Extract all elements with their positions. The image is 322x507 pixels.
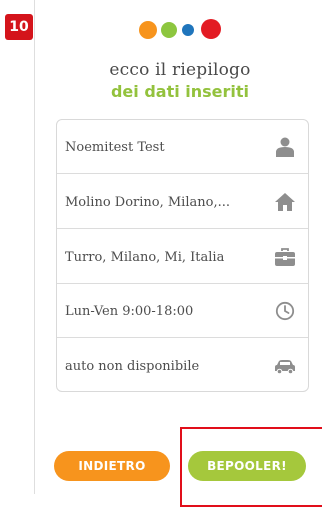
left-border-divider bbox=[34, 0, 35, 494]
logo-dot-blue bbox=[182, 24, 194, 36]
logo-dot-orange bbox=[139, 21, 157, 39]
step-number-badge: 10 bbox=[5, 14, 33, 40]
summary-row-label: Lun-Ven 9:00-18:00 bbox=[65, 303, 194, 319]
summary-row-home: Molino Dorino, Milano,... bbox=[57, 175, 308, 229]
summary-row-label: Molino Dorino, Milano,... bbox=[65, 194, 230, 210]
summary-row-name: Noemitest Test bbox=[57, 120, 308, 174]
logo-dot-red bbox=[201, 19, 221, 39]
logo-dot-green bbox=[161, 22, 177, 38]
row-divider bbox=[57, 173, 308, 174]
summary-row-label: Noemitest Test bbox=[65, 139, 165, 155]
summary-row-car: auto non disponibile bbox=[57, 339, 308, 393]
summary-title: ecco il riepilogo bbox=[109, 60, 251, 80]
summary-row-label: auto non disponibile bbox=[65, 358, 200, 374]
home-icon bbox=[275, 193, 295, 211]
back-button[interactable]: INDIETRO bbox=[54, 451, 170, 481]
row-divider bbox=[57, 228, 308, 229]
car-icon bbox=[275, 360, 295, 375]
summary-subtitle: dei dati inseriti bbox=[110, 82, 250, 101]
row-divider bbox=[57, 337, 308, 338]
app-logo bbox=[139, 19, 223, 41]
user-icon bbox=[276, 137, 294, 157]
summary-row-work: Turro, Milano, Mi, Italia bbox=[57, 230, 308, 284]
bepooler-button[interactable]: BEPOOLER! bbox=[188, 451, 306, 481]
briefcase-icon bbox=[275, 248, 295, 266]
summary-card: Noemitest Test Molino Dorino, Milano,...… bbox=[56, 119, 309, 392]
summary-row-label: Turro, Milano, Mi, Italia bbox=[65, 249, 225, 265]
summary-row-schedule: Lun-Ven 9:00-18:00 bbox=[57, 284, 308, 338]
clock-icon bbox=[275, 301, 295, 321]
